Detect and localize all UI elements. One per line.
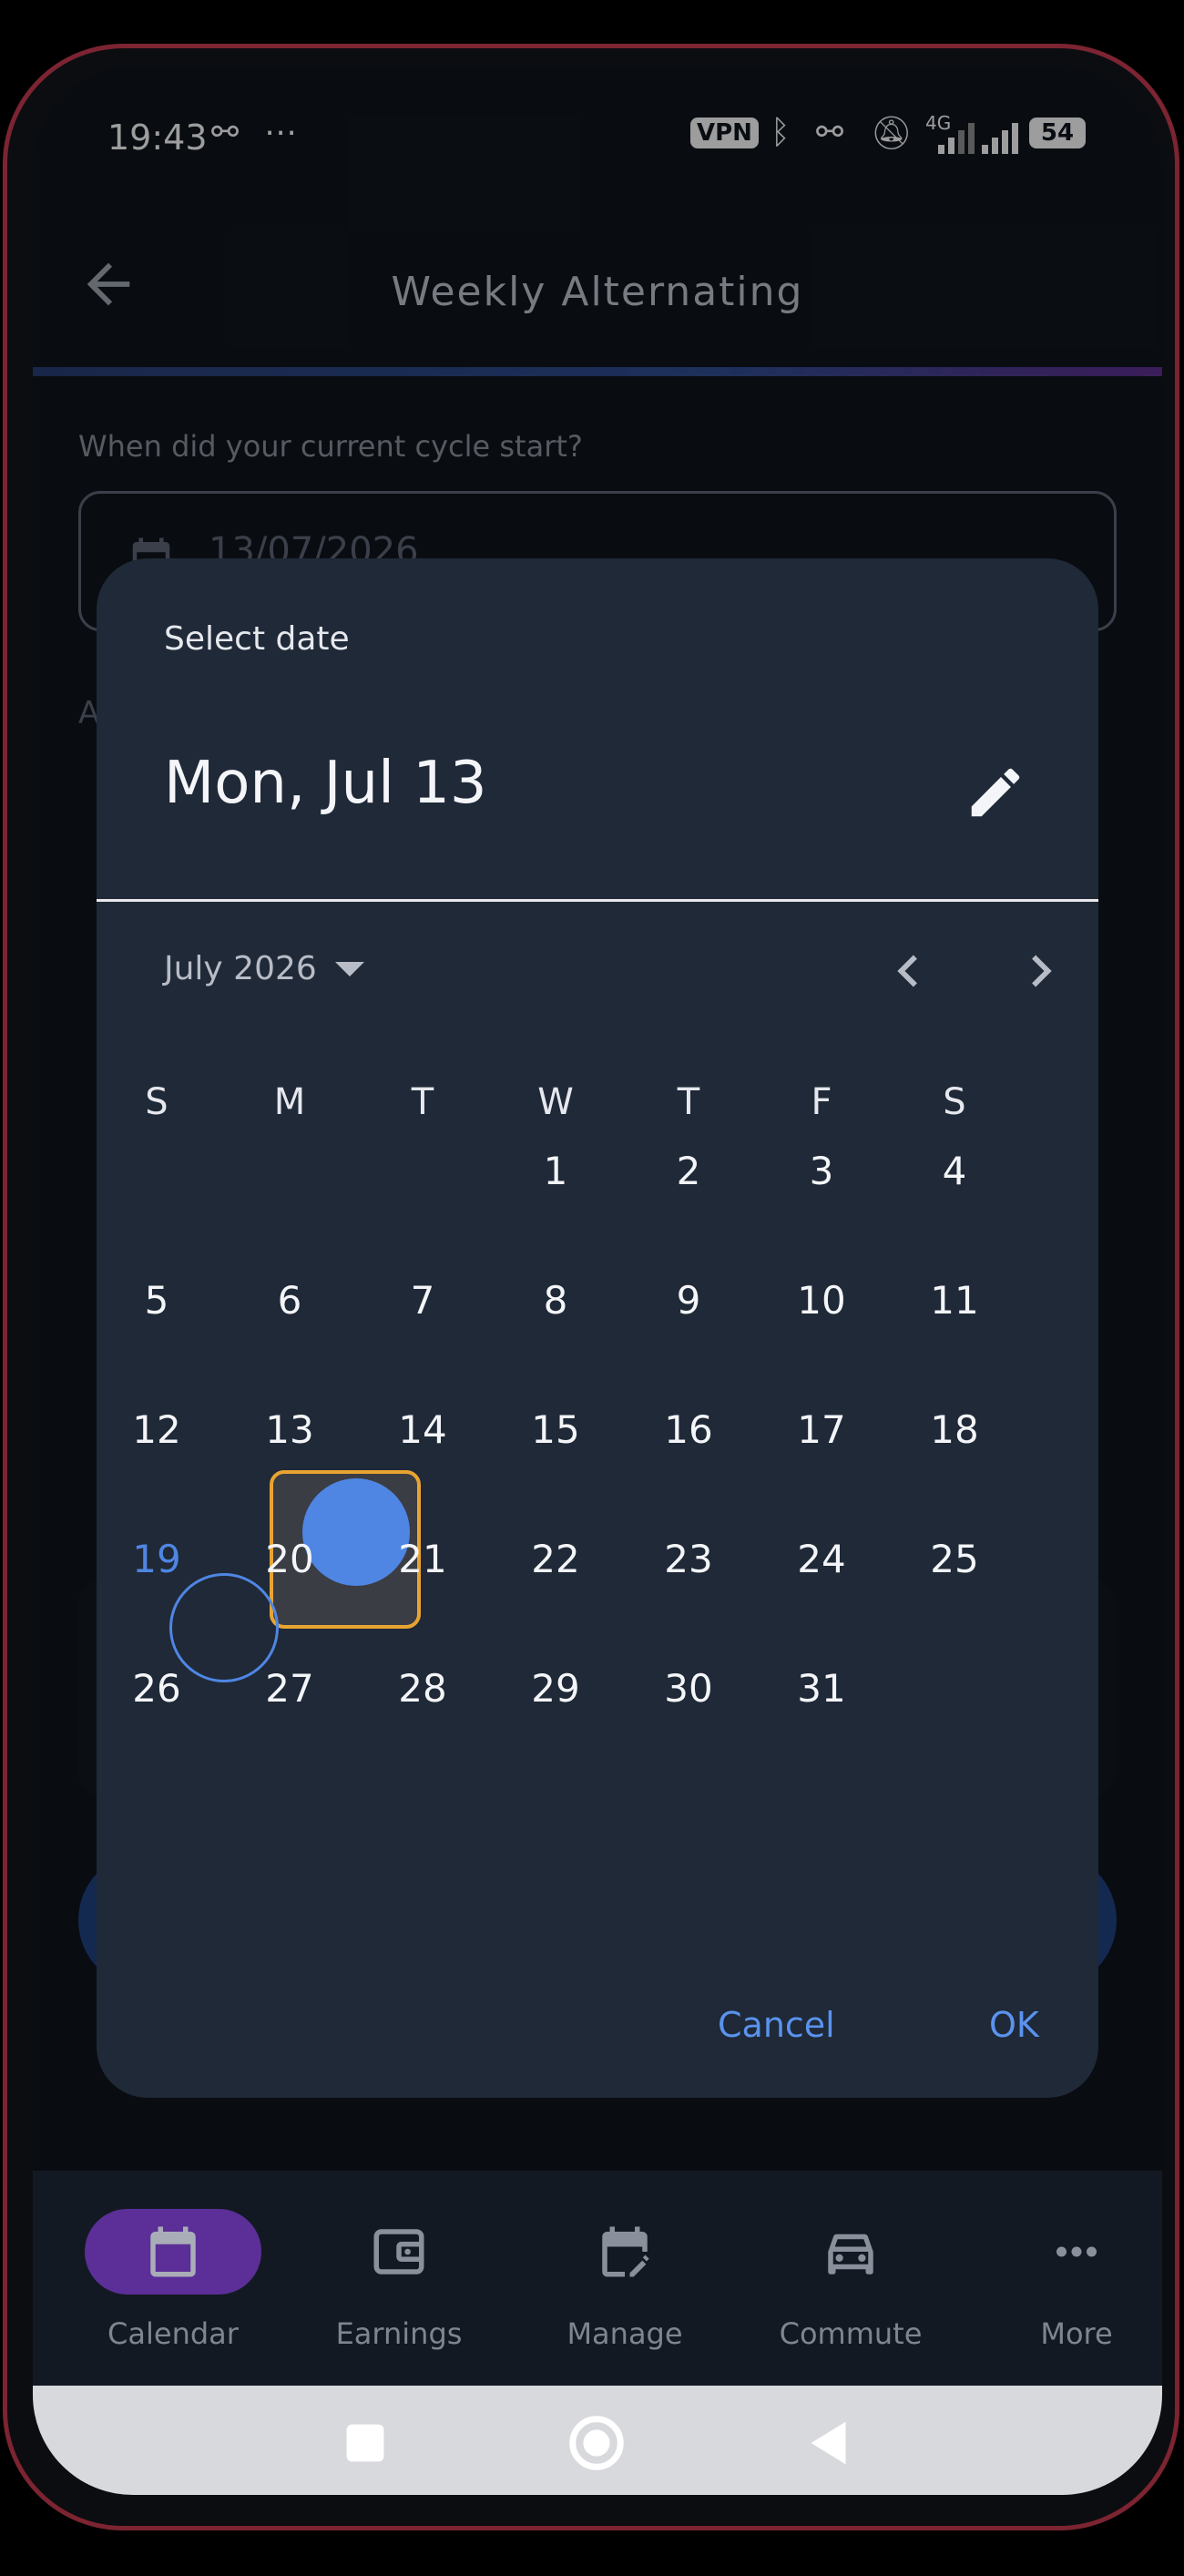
dialog-label: Select date [164,620,350,658]
calendar-day[interactable]: 4 [891,1108,1018,1235]
calendar-day[interactable]: 29 [492,1625,619,1753]
wallet-icon [373,2229,424,2274]
calendar-day[interactable]: 1 [492,1108,619,1235]
nav-label: Calendar [107,2316,239,2351]
calendar-day[interactable]: 27 [226,1625,353,1753]
calendar-day[interactable]: 5 [97,1237,220,1365]
dropdown-caret-icon [334,961,364,976]
more-horiz-icon [1056,2246,1097,2257]
dialog-divider [97,899,1098,902]
nav-label: More [1040,2316,1113,2351]
weekday-label: T [411,1081,434,1123]
nav-item-manage[interactable]: Manage [512,2171,738,2386]
month-year-label: July 2026 [164,950,317,987]
nav-item-commute[interactable]: Commute [738,2171,964,2386]
nav-icon-wrap [536,2209,713,2295]
calendar-day[interactable]: 9 [625,1237,752,1365]
calendar-day[interactable]: 3 [758,1108,885,1235]
calendar-day[interactable]: 28 [359,1625,486,1753]
nav-label: Earnings [335,2316,463,2351]
calendar-day[interactable]: 20 [226,1496,353,1623]
calendar-day[interactable]: 11 [891,1237,1018,1365]
calendar-day[interactable]: 17 [758,1366,885,1494]
chevron-left-icon[interactable] [876,939,940,1003]
calendar-day[interactable]: 12 [97,1366,220,1494]
calendar-day[interactable]: 7 [359,1237,486,1365]
bottom-navigation: Calendar Earnings Manage Commute More [33,2171,1162,2386]
calendar-day[interactable]: 16 [625,1366,752,1494]
pencil-icon[interactable] [964,761,1027,824]
system-navigation-bar [33,2386,1162,2495]
weekday-label: S [145,1081,168,1123]
calendar-day[interactable]: 13 [226,1366,353,1494]
calendar-day[interactable]: 14 [359,1366,486,1494]
calendar-day[interactable]: 18 [891,1366,1018,1494]
selected-date-header: Mon, Jul 13 [164,750,487,817]
date-picker-dialog: Select date Mon, Jul 13 July 2026 SMTWTF… [97,558,1098,2098]
calendar-day[interactable]: 23 [625,1496,752,1623]
calendar-icon [150,2226,196,2277]
nav-icon-wrap [311,2209,487,2295]
home-circle-icon[interactable] [565,2411,628,2475]
recents-square-icon[interactable] [333,2411,397,2475]
ok-button[interactable]: OK [989,2005,1039,2045]
calendar-day[interactable]: 25 [891,1496,1018,1623]
calendar-day[interactable]: 30 [625,1625,752,1753]
nav-item-more[interactable]: More [964,2171,1162,2386]
nav-icon-wrap [762,2209,939,2295]
nav-item-earnings[interactable]: Earnings [286,2171,512,2386]
calendar-day[interactable]: 10 [758,1237,885,1365]
back-triangle-icon[interactable] [798,2411,862,2475]
nav-active-pill [85,2209,261,2295]
chevron-right-icon[interactable] [1009,939,1073,1003]
calendar-day[interactable]: 21 [359,1496,486,1623]
calendar-day[interactable]: 22 [492,1496,619,1623]
nav-item-calendar[interactable]: Calendar [60,2171,286,2386]
nav-label: Manage [566,2316,683,2351]
calendar-day[interactable]: 2 [625,1108,752,1235]
calendar-day[interactable]: 24 [758,1496,885,1623]
calendar-day[interactable]: 15 [492,1366,619,1494]
screen: 19:43 ⚯ ⋯ VPN ᛒ ⚯ 🔕︎ 4G 54 Weekly Altern… [33,66,1162,2495]
car-icon [828,2234,873,2274]
calendar-day[interactable]: 6 [226,1237,353,1365]
cancel-button[interactable]: Cancel [718,2005,835,2045]
edit-calendar-icon [602,2226,649,2277]
calendar-day[interactable]: 31 [758,1625,885,1753]
calendar-day[interactable]: 19 [97,1496,220,1623]
phone-frame: 19:43 ⚯ ⋯ VPN ᛒ ⚯ 🔕︎ 4G 54 Weekly Altern… [3,44,1179,2530]
nav-icon-wrap [988,2209,1162,2295]
calendar-day[interactable]: 8 [492,1237,619,1365]
nav-label: Commute [779,2316,923,2351]
weekday-label: M [273,1081,306,1123]
calendar-day[interactable]: 26 [97,1625,220,1753]
month-year-selector[interactable]: July 2026 [164,950,364,987]
